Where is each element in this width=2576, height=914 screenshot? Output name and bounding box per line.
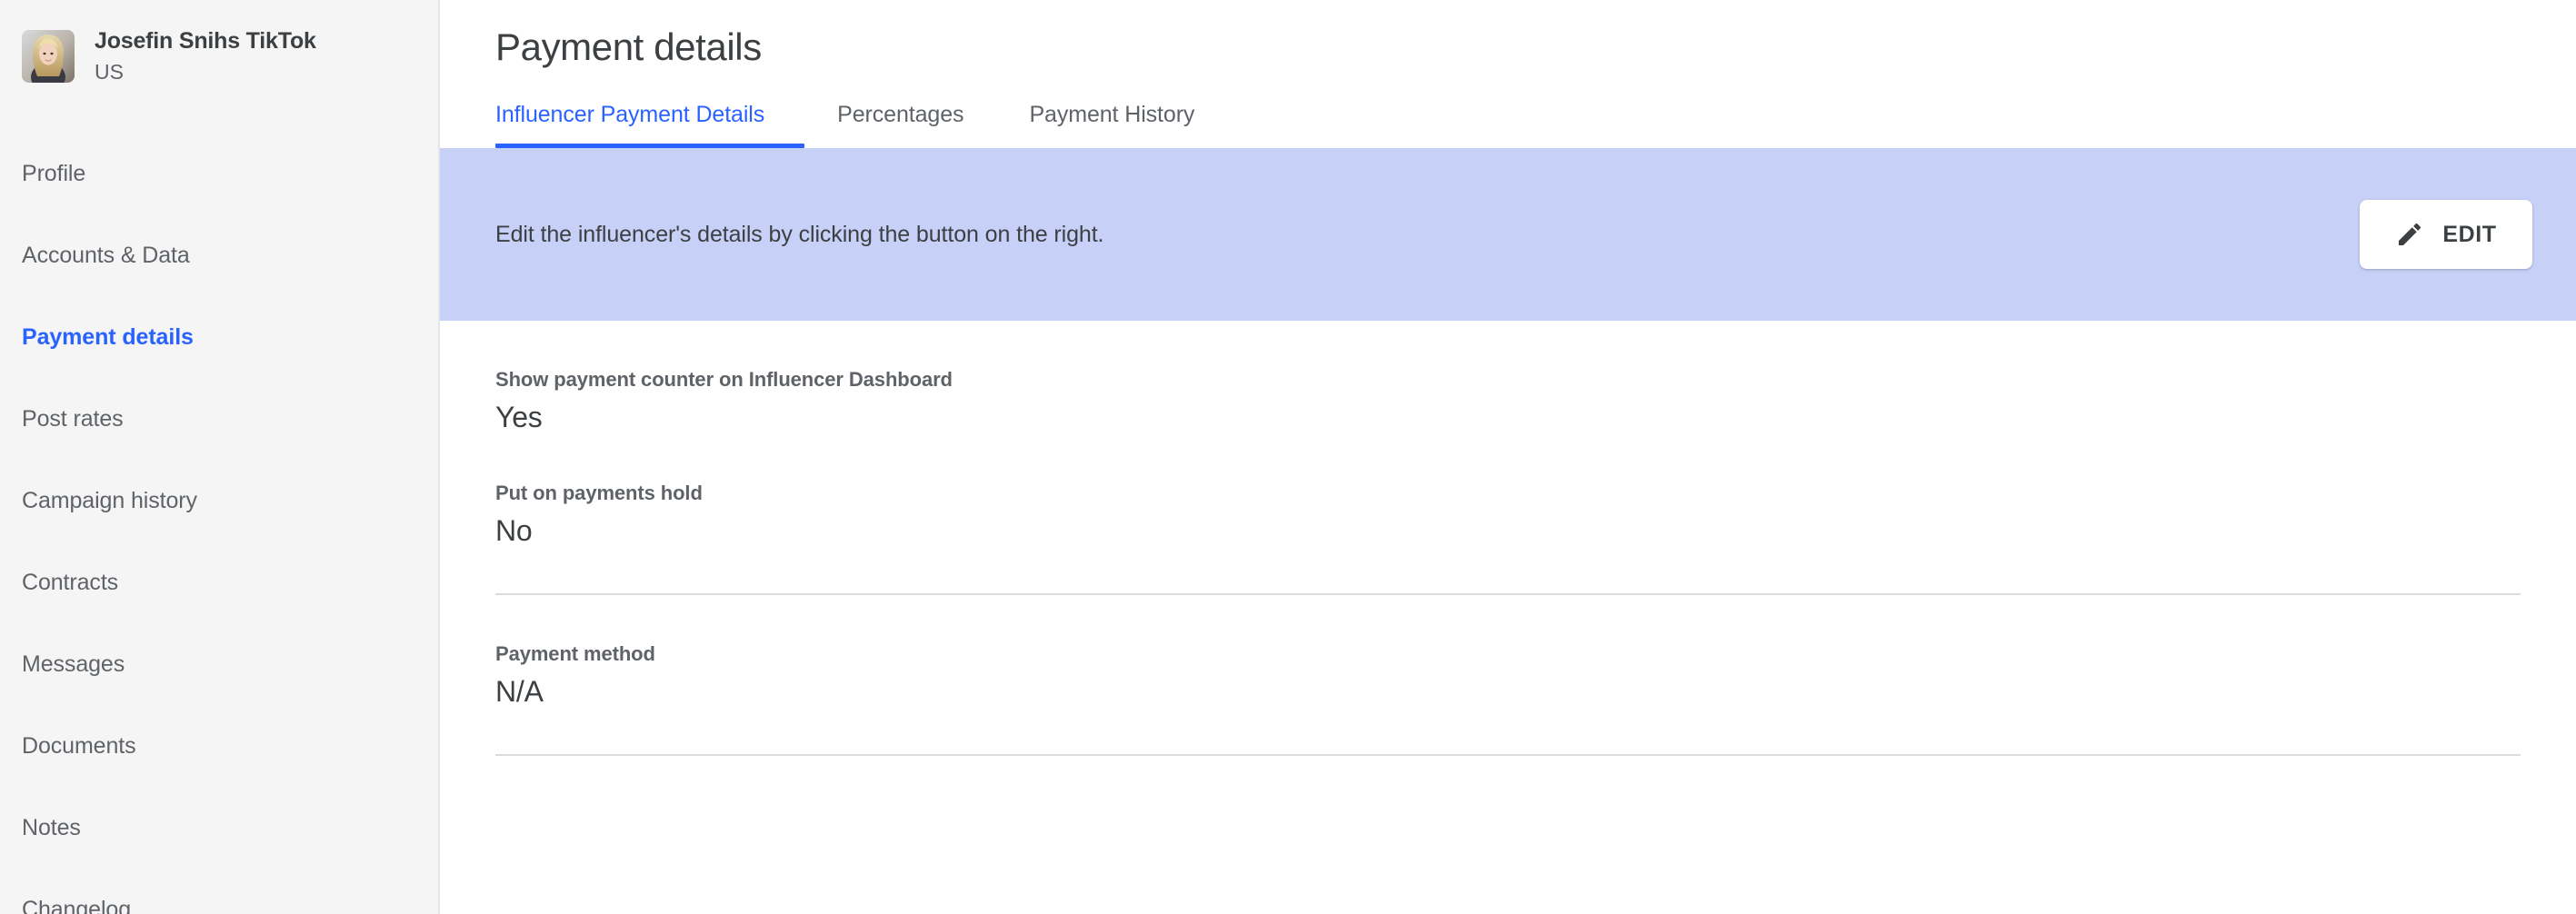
sidebar-item-profile[interactable]: Profile: [0, 133, 438, 214]
sidebar-item-post-rates[interactable]: Post rates: [0, 378, 438, 460]
edit-button[interactable]: EDIT: [2360, 200, 2532, 269]
field-value: Yes: [495, 401, 543, 433]
edit-button-label: EDIT: [2442, 221, 2497, 247]
tab-bar: Influencer Payment Details Percentages P…: [440, 102, 2576, 148]
profile-country: US: [95, 60, 124, 84]
sidebar-item-documents[interactable]: Documents: [0, 705, 438, 787]
pencil-icon: [2395, 220, 2424, 249]
field-value: No: [495, 514, 533, 547]
field-value: N/A: [495, 675, 544, 708]
app-root: Josefin Snihs TikTok US Profile Accounts…: [0, 0, 2576, 914]
field-label: Payment method: [495, 642, 655, 665]
edit-banner: Edit the influencer's details by clickin…: [440, 148, 2576, 321]
avatar: [22, 30, 75, 83]
profile-header[interactable]: Josefin Snihs TikTok US: [0, 0, 438, 94]
tab-percentages[interactable]: Percentages: [804, 102, 996, 148]
tab-payment-history[interactable]: Payment History: [996, 102, 1227, 148]
edit-banner-text: Edit the influencer's details by clickin…: [495, 221, 1104, 247]
section-divider: [495, 754, 2521, 756]
field-label: Show payment counter on Influencer Dashb…: [495, 368, 953, 391]
sidebar-item-messages[interactable]: Messages: [0, 623, 438, 705]
sidebar-item-payment-details[interactable]: Payment details: [0, 296, 438, 378]
field-show-payment-counter: Show payment counter on Influencer Dashb…: [495, 321, 2521, 434]
field-payment-method: Payment method N/A: [495, 595, 2521, 709]
tab-influencer-payment-details[interactable]: Influencer Payment Details: [495, 102, 805, 148]
sidebar-item-contracts[interactable]: Contracts: [0, 541, 438, 623]
field-put-on-payments-hold: Put on payments hold No: [495, 434, 2521, 548]
sidebar-item-accounts-and-data[interactable]: Accounts & Data: [0, 214, 438, 296]
field-label: Put on payments hold: [495, 482, 703, 504]
sidebar-item-campaign-history[interactable]: Campaign history: [0, 460, 438, 541]
sidebar-nav: Profile Accounts & Data Payment details …: [0, 133, 438, 914]
main-content: Payment details Influencer Payment Detai…: [440, 0, 2576, 914]
page-title: Payment details: [495, 25, 762, 68]
sidebar-item-changelog[interactable]: Changelog: [0, 869, 438, 914]
field-list: Show payment counter on Influencer Dashb…: [440, 321, 2576, 756]
profile-text: Josefin Snihs TikTok US: [95, 28, 316, 84]
sidebar: Josefin Snihs TikTok US Profile Accounts…: [0, 0, 440, 914]
profile-name: Josefin Snihs TikTok: [95, 28, 316, 55]
sidebar-item-notes[interactable]: Notes: [0, 787, 438, 869]
